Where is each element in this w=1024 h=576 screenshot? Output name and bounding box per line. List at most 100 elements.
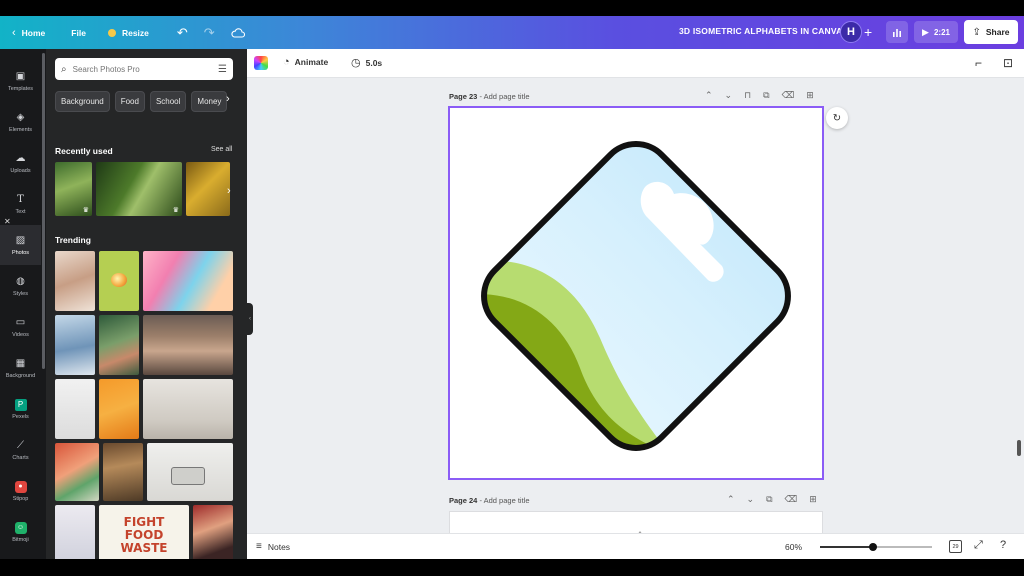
add-page-icon[interactable]: ⊞ — [806, 90, 814, 101]
animate-button[interactable]: ◔ Animate — [283, 56, 328, 68]
rail-item-styles[interactable]: ◍ Styles — [0, 266, 41, 306]
help-icon[interactable]: ? — [1000, 539, 1006, 551]
chevron-up-icon[interactable]: ⌃ — [727, 494, 735, 505]
rail-item-uploads[interactable]: ☁ Uploads — [0, 143, 41, 183]
background-icon: ▦ — [15, 358, 26, 369]
page-title-input[interactable]: Add page title — [484, 92, 530, 101]
page-number: Page 23 — [449, 92, 478, 101]
zoom-level[interactable]: 60% — [785, 542, 802, 552]
chip-background[interactable]: Background — [55, 91, 110, 112]
trash-icon[interactable]: ⌫ — [782, 90, 795, 101]
paint-format-icon[interactable]: ⌐ — [975, 56, 982, 70]
page-count-button[interactable]: 29 — [949, 540, 962, 553]
bitmoji-icon: ☺ — [14, 521, 27, 534]
canvas-scroll-thumb[interactable] — [1017, 440, 1021, 456]
pexels-icon: P — [14, 398, 27, 411]
trending-photo-shoes[interactable] — [55, 379, 95, 439]
recent-photo-2[interactable]: ♛ — [96, 162, 182, 216]
rail-item-videos[interactable]: ▭ Videos — [0, 307, 41, 347]
duration-button[interactable]: ◷ 5.0s — [351, 56, 382, 69]
fullscreen-icon[interactable]: ⤢ — [974, 539, 983, 552]
rail-item-label: Text — [15, 208, 26, 215]
trending-photo-plants[interactable] — [99, 315, 139, 375]
trending-photo-flower[interactable] — [143, 251, 233, 311]
chip-school[interactable]: School — [149, 91, 187, 112]
notes-button[interactable]: ≡ Notes — [256, 541, 290, 552]
rail-scroll-thumb[interactable] — [42, 53, 45, 369]
page-23-canvas[interactable] — [448, 106, 824, 480]
regenerate-button[interactable]: ↻ — [826, 107, 848, 129]
redo-button[interactable]: ↷ — [196, 21, 223, 45]
rail-item-background[interactable]: ▦ Background — [0, 348, 41, 388]
see-all-link[interactable]: See all — [211, 146, 232, 153]
play-icon: ▶ — [922, 26, 929, 37]
close-panel-icon[interactable]: ✕ — [4, 217, 11, 226]
trending-photo-dancers[interactable] — [143, 379, 233, 439]
recent-photo-1[interactable]: ♛ — [55, 162, 92, 216]
share-button[interactable]: ⇪ Share — [964, 20, 1018, 44]
duplicate-icon[interactable]: ⧉ — [763, 90, 769, 101]
rail-item-label: Stipop — [12, 495, 29, 502]
trending-photo-hands[interactable] — [55, 251, 95, 311]
trending-photo-orange[interactable] — [99, 379, 139, 439]
recent-photo-3[interactable] — [186, 162, 230, 216]
trending-photo-boombox[interactable] — [147, 443, 233, 501]
rail-item-bitmoji[interactable]: ☺ Bitmoji — [0, 512, 41, 552]
crown-icon — [107, 28, 116, 37]
page-title-input[interactable]: Add page title — [484, 496, 530, 505]
trending-photo-fruit[interactable] — [99, 251, 139, 311]
project-title[interactable]: 3D ISOMETRIC ALPHABETS IN CANVA — [679, 26, 842, 36]
zoom-slider[interactable] — [820, 543, 932, 551]
color-picker-button[interactable] — [254, 56, 268, 70]
zoom-slider-knob[interactable] — [868, 543, 877, 551]
refresh-icon: ↻ — [832, 112, 842, 124]
trending-photo-fight-food-waste[interactable]: FIGHT FOOD WASTE — [99, 505, 189, 559]
chevron-up-icon[interactable]: ⌃ — [705, 90, 713, 101]
filter-icon[interactable]: ☰ — [218, 64, 227, 75]
lock-icon[interactable]: ⊡ — [1003, 56, 1013, 70]
cloud-save-button[interactable] — [223, 21, 253, 45]
trending-photo-kid[interactable] — [55, 443, 99, 501]
rail-item-charts[interactable]: ⟋ Charts — [0, 430, 41, 470]
trending-photo-family[interactable] — [143, 315, 233, 375]
resize-button[interactable]: Resize — [100, 21, 157, 45]
left-rail: ▣ Templates ◈ Elements ☁ Uploads T Text … — [0, 49, 41, 559]
isometric-frame-graphic[interactable] — [450, 108, 822, 478]
rail-item-templates[interactable]: ▣ Templates — [0, 61, 41, 101]
insights-button[interactable] — [886, 21, 908, 43]
trending-photo-cafe[interactable] — [103, 443, 143, 501]
home-button[interactable]: ‹ Home — [4, 21, 53, 45]
rail-item-pexels[interactable]: P Pexels — [0, 389, 41, 429]
page-24-canvas[interactable] — [449, 511, 823, 533]
add-collaborator-icon[interactable]: + — [864, 24, 872, 40]
trending-title: Trending — [55, 235, 91, 245]
chevron-right-icon[interactable]: › — [226, 93, 230, 105]
chevron-down-icon[interactable]: ⌄ — [725, 90, 733, 101]
notes-icon: ≡ — [256, 541, 262, 552]
avatar[interactable]: H — [840, 21, 862, 43]
canvas-scrollbar[interactable] — [1014, 78, 1024, 533]
chip-food[interactable]: Food — [114, 91, 145, 112]
trending-photo-denim[interactable] — [55, 315, 95, 375]
add-page-icon[interactable]: ⊞ — [809, 494, 817, 505]
lock-page-icon[interactable]: ⊓ — [744, 90, 751, 101]
rail-item-photos[interactable]: ▨ Photos — [0, 225, 41, 265]
search-input[interactable] — [72, 64, 203, 74]
rail-item-label: Templates — [7, 85, 34, 92]
undo-button[interactable]: ↶ — [169, 21, 196, 45]
trending-photo-group[interactable] — [193, 505, 233, 559]
chip-money[interactable]: Money — [191, 91, 228, 112]
rail-item-stipop[interactable]: ● Stipop — [0, 471, 41, 511]
rail-item-label: Background — [5, 372, 36, 379]
present-button[interactable]: ▶ 2:21 — [914, 21, 958, 43]
chevron-right-icon[interactable]: › — [227, 185, 231, 197]
trash-icon[interactable]: ⌫ — [785, 494, 798, 505]
file-menu-button[interactable]: File — [63, 21, 94, 45]
chevron-down-icon[interactable]: ⌄ — [747, 494, 755, 505]
duplicate-icon[interactable]: ⧉ — [766, 494, 772, 505]
trending-photo-woman[interactable] — [55, 505, 95, 559]
rail-item-elements[interactable]: ◈ Elements — [0, 102, 41, 142]
canvas-area: Page 23 - Add page title ⌃ ⌄ ⊓ ⧉ ⌫ ⊞ ↻ P… — [253, 78, 1013, 533]
search-bar[interactable]: ⌕ ☰ — [55, 58, 233, 80]
crown-icon: ♛ — [172, 207, 179, 214]
